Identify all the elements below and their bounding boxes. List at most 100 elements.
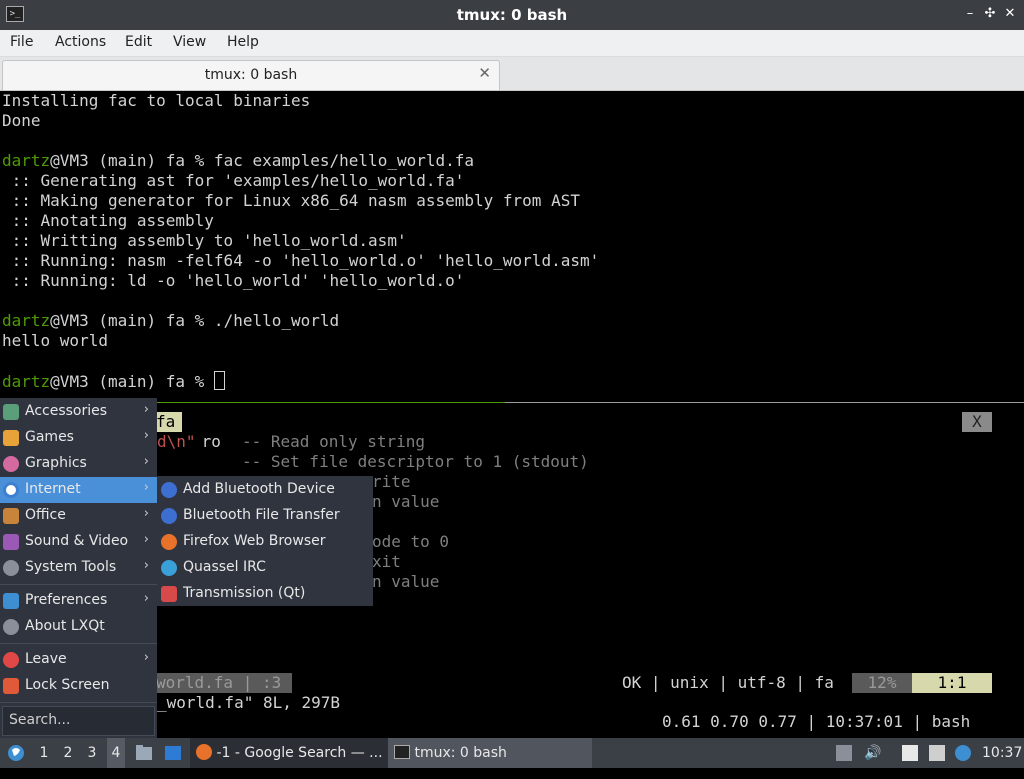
- terminal-line: :: Anotating assembly: [2, 211, 214, 230]
- vim-statusline-percent: 12%: [852, 673, 912, 693]
- volume-icon[interactable]: 🔊: [864, 745, 881, 761]
- bluetooth-tray-icon[interactable]: [955, 745, 971, 761]
- lock-icon: [3, 678, 19, 694]
- menu-help[interactable]: Help: [227, 34, 259, 50]
- menu-leave[interactable]: Leave ›: [0, 647, 157, 673]
- quassel-icon: [161, 560, 177, 576]
- terminal-line: Installing fac to local binaries: [2, 91, 311, 110]
- submenu-add-bluetooth-device[interactable]: Add Bluetooth Device: [157, 477, 373, 503]
- desktop-3[interactable]: 3: [83, 738, 101, 768]
- task-label: -1 - Google Search — ...: [216, 745, 383, 761]
- terminal-cursor: [213, 371, 225, 390]
- start-menu-button[interactable]: [6, 738, 26, 768]
- menu-view[interactable]: View: [173, 34, 206, 50]
- menu-item-label: About LXQt: [25, 618, 105, 634]
- chevron-right-icon: ›: [143, 480, 149, 495]
- vim-statusline-position: 1:1: [912, 673, 992, 693]
- menu-games[interactable]: Games ›: [0, 425, 157, 451]
- task-tmux[interactable]: tmux: 0 bash: [388, 738, 592, 768]
- menu-search-input[interactable]: Search...: [2, 706, 155, 736]
- menu-item-label: Accessories: [25, 403, 108, 419]
- accessories-icon: [3, 404, 19, 420]
- menu-office[interactable]: Office ›: [0, 503, 157, 529]
- bluetooth-icon: [161, 508, 177, 524]
- terminal-line: :: Writting assembly to 'hello_world.asm…: [2, 231, 407, 250]
- menu-accessories[interactable]: Accessories ›: [0, 399, 157, 425]
- submenu-item-label: Add Bluetooth Device: [183, 481, 335, 497]
- prompt-user: dartz: [2, 311, 51, 330]
- submenu-firefox[interactable]: Firefox Web Browser: [157, 529, 373, 555]
- menu-separator: [0, 584, 157, 585]
- vim-comment: xit: [372, 552, 401, 571]
- menu-item-label: Sound & Video: [25, 533, 129, 549]
- menu-lock-screen[interactable]: Lock Screen: [0, 673, 157, 699]
- graphics-icon: [3, 456, 19, 472]
- internet-icon: [3, 482, 19, 498]
- menu-item-label: Office: [25, 507, 66, 523]
- menu-separator: [0, 643, 157, 644]
- terminal-line: :: Making generator for Linux x86_64 nas…: [2, 191, 580, 210]
- games-icon: [3, 430, 19, 446]
- vim-comment: -- Read only string: [242, 432, 426, 451]
- menu-about-lxqt[interactable]: About LXQt: [0, 614, 157, 640]
- menu-internet[interactable]: Internet ›: [0, 477, 157, 503]
- terminal-line: :: Running: nasm -felf64 -o 'hello_world…: [2, 251, 600, 270]
- task-firefox[interactable]: -1 - Google Search — ...: [190, 738, 392, 768]
- menubar: File Actions Edit View Help: [0, 30, 1024, 57]
- menu-sound-video[interactable]: Sound & Video ›: [0, 529, 157, 555]
- vim-comment: n value: [372, 572, 440, 591]
- prompt-command: @VM3 (main) fa % ./hello_world: [50, 311, 340, 330]
- menu-item-label: Games: [25, 429, 74, 445]
- menu-edit[interactable]: Edit: [125, 34, 152, 50]
- sound-video-icon: [3, 534, 19, 550]
- submenu-item-label: Quassel IRC: [183, 559, 266, 575]
- menu-file[interactable]: File: [10, 34, 33, 50]
- file-manager-icon[interactable]: [134, 738, 154, 768]
- menu-preferences[interactable]: Preferences ›: [0, 588, 157, 614]
- firefox-icon: [196, 744, 212, 760]
- vim-comment: -- Set file descriptor to 1 (stdout): [242, 452, 589, 471]
- menu-system-tools[interactable]: System Tools ›: [0, 555, 157, 581]
- vim-comment: ode to 0: [372, 532, 450, 551]
- chevron-right-icon: ›: [143, 506, 149, 521]
- terminal-prompt-line: dartz@VM3 (main) fa % ./hello_world: [2, 311, 339, 331]
- desktop-4[interactable]: 4: [107, 738, 125, 768]
- office-icon: [3, 508, 19, 524]
- tab-tmux[interactable]: tmux: 0 bash ✕: [2, 60, 500, 90]
- vim-keyword: ro: [192, 432, 221, 451]
- network-icon[interactable]: [929, 745, 945, 761]
- prompt-command: @VM3 (main) fa % fac examples/hello_worl…: [50, 151, 475, 170]
- submenu-transmission[interactable]: Transmission (Qt): [157, 581, 373, 607]
- maximize-button[interactable]: ✣: [982, 5, 998, 23]
- chevron-right-icon: ›: [143, 650, 149, 665]
- clipboard-icon[interactable]: [902, 745, 918, 761]
- internet-submenu: Add Bluetooth Device Bluetooth File Tran…: [157, 476, 373, 606]
- desktop-1[interactable]: 1: [35, 738, 53, 768]
- terminal-line: :: Running: ld -o 'hello_world' 'hello_w…: [2, 271, 465, 290]
- show-desktop-icon[interactable]: [163, 738, 183, 768]
- tab-label: tmux: 0 bash: [204, 67, 298, 83]
- chevron-right-icon: ›: [143, 558, 149, 573]
- tmux-status: 0.61 0.70 0.77 | 10:37:01 | bash: [662, 712, 971, 731]
- submenu-quassel-irc[interactable]: Quassel IRC: [157, 555, 373, 581]
- taskbar: 1 2 3 4 -1 - Google Search — ... tmux: 0…: [0, 738, 1024, 768]
- tab-close-icon[interactable]: ✕: [478, 64, 491, 82]
- vim-close-tab[interactable]: X: [962, 412, 992, 432]
- transmission-icon: [161, 586, 177, 602]
- menu-item-label: Lock Screen: [25, 677, 110, 693]
- menu-item-label: Preferences: [25, 592, 108, 608]
- clock[interactable]: 10:37: [982, 738, 1022, 768]
- update-icon[interactable]: [836, 745, 852, 761]
- desktop-2[interactable]: 2: [59, 738, 77, 768]
- menu-item-label: Leave: [25, 651, 67, 667]
- info-icon: [3, 619, 19, 635]
- chevron-right-icon: ›: [143, 402, 149, 417]
- submenu-bluetooth-file-transfer[interactable]: Bluetooth File Transfer: [157, 503, 373, 529]
- chevron-right-icon: ›: [143, 454, 149, 469]
- menu-graphics[interactable]: Graphics ›: [0, 451, 157, 477]
- terminal-prompt-line: dartz@VM3 (main) fa %: [2, 371, 225, 392]
- menu-actions[interactable]: Actions: [55, 34, 106, 50]
- close-button[interactable]: ✕: [1002, 5, 1018, 23]
- terminal-line: Done: [2, 111, 41, 130]
- minimize-button[interactable]: –: [962, 5, 978, 23]
